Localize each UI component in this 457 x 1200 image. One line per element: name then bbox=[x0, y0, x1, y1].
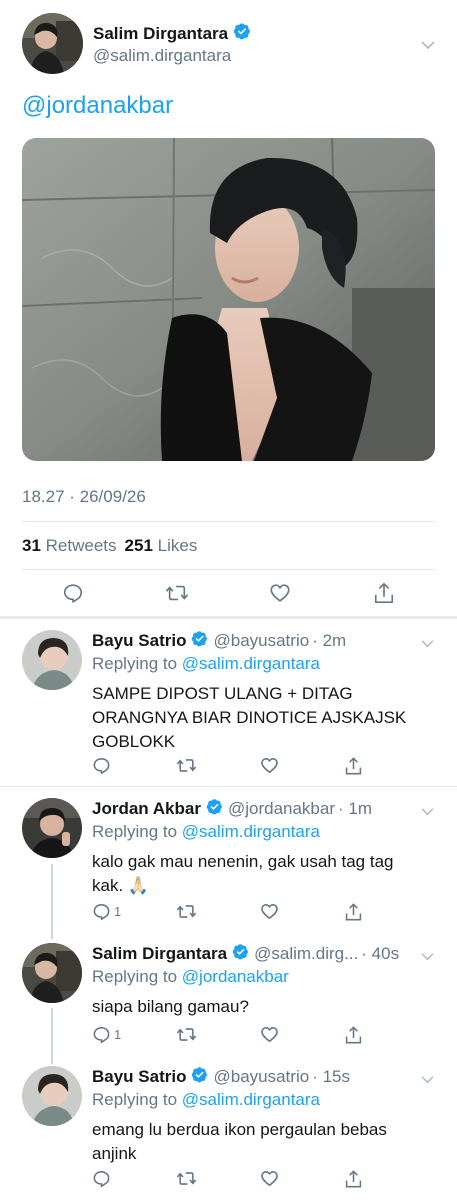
reply-time[interactable]: · 15s bbox=[312, 1067, 350, 1087]
heart-icon[interactable] bbox=[269, 582, 291, 604]
reply-time[interactable]: · 2m bbox=[312, 631, 346, 651]
reply-action-bar bbox=[92, 756, 372, 780]
chevron-down-icon[interactable] bbox=[420, 1071, 435, 1089]
retweet-icon[interactable] bbox=[176, 1025, 197, 1044]
reply-text: SAMPE DIPOST ULANG + DITAG ORANGNYA BIAR… bbox=[92, 684, 407, 751]
heart-icon[interactable] bbox=[260, 1025, 279, 1044]
avatar[interactable] bbox=[22, 630, 82, 690]
reply-tweet[interactable]: Jordan Akbar @jordanakbar · 1m Replying … bbox=[0, 798, 457, 928]
reply-action-bar: 1 bbox=[92, 1025, 372, 1049]
share-icon[interactable] bbox=[344, 1169, 363, 1189]
handle[interactable]: @salim.dirg... bbox=[254, 944, 358, 964]
retweets-count: 31 bbox=[22, 536, 41, 555]
reply-tweet[interactable]: Bayu Satrio @bayusatrio · 2m Replying to… bbox=[0, 630, 457, 780]
chevron-down-icon[interactable] bbox=[420, 948, 435, 966]
reply-icon[interactable] bbox=[92, 1169, 114, 1188]
replying-to: Replying to @salim.dirgantara bbox=[92, 1090, 320, 1110]
retweet-icon[interactable] bbox=[176, 902, 197, 921]
reply-time[interactable]: · 40s bbox=[361, 944, 399, 964]
replying-to-link[interactable]: @salim.dirgantara bbox=[182, 1090, 320, 1109]
share-icon[interactable] bbox=[344, 756, 363, 776]
tweet-mention-link[interactable]: @jordanakbar bbox=[22, 92, 173, 120]
avatar[interactable] bbox=[22, 943, 82, 1003]
tweet-timestamp[interactable]: 18.27 · 26/09/26 bbox=[22, 487, 146, 507]
heart-icon[interactable] bbox=[260, 756, 279, 775]
verified-badge-icon bbox=[191, 630, 208, 652]
reply-icon[interactable]: 1 bbox=[92, 1025, 121, 1044]
reply-time[interactable]: · 1m bbox=[338, 799, 372, 819]
replying-to: Replying to @jordanakbar bbox=[92, 967, 289, 987]
divider bbox=[0, 786, 457, 787]
author-name-line: Salim Dirgantara bbox=[93, 22, 251, 45]
avatar[interactable] bbox=[22, 798, 82, 858]
replying-prefix: Replying to bbox=[92, 822, 178, 841]
verified-badge-icon bbox=[233, 22, 251, 45]
chevron-down-icon[interactable] bbox=[420, 635, 435, 653]
reply-tweet[interactable]: Salim Dirgantara @salim.dirg... · 40s Re… bbox=[0, 943, 457, 1053]
replying-to: Replying to @salim.dirgantara bbox=[92, 654, 320, 674]
retweets-stat[interactable]: 31 Retweets bbox=[22, 536, 117, 556]
reply-action-bar bbox=[92, 1169, 372, 1193]
reply-count: 1 bbox=[114, 1027, 122, 1042]
display-name[interactable]: Bayu Satrio bbox=[92, 631, 186, 651]
display-name[interactable]: Bayu Satrio bbox=[92, 1067, 186, 1087]
display-name[interactable]: Salim Dirgantara bbox=[92, 944, 227, 964]
section-divider bbox=[0, 616, 457, 619]
retweet-icon[interactable] bbox=[176, 756, 197, 775]
share-icon[interactable] bbox=[373, 581, 395, 605]
share-icon[interactable] bbox=[344, 1025, 363, 1045]
avatar[interactable] bbox=[22, 1066, 82, 1126]
reply-icon[interactable] bbox=[62, 582, 84, 604]
reply-icon[interactable] bbox=[92, 756, 114, 775]
verified-badge-icon bbox=[206, 798, 223, 820]
likes-label: Likes bbox=[157, 536, 198, 555]
main-tweet: Salim Dirgantara @salim.dirgantara @jord… bbox=[0, 0, 457, 615]
replying-prefix: Replying to bbox=[92, 967, 178, 986]
likes-stat[interactable]: 251 Likes bbox=[125, 536, 198, 556]
display-name[interactable]: Jordan Akbar bbox=[92, 799, 201, 819]
reply-count: 1 bbox=[114, 904, 122, 919]
replying-to: Replying to @salim.dirgantara bbox=[92, 822, 320, 842]
reply-text: siapa bilang gamau? bbox=[92, 997, 249, 1016]
retweet-icon[interactable] bbox=[165, 582, 189, 604]
author-name-line: Salim Dirgantara @salim.dirg... · 40s bbox=[92, 943, 399, 965]
author-name-line: Jordan Akbar @jordanakbar · 1m bbox=[92, 798, 372, 820]
avatar[interactable] bbox=[22, 13, 83, 74]
replying-to-link[interactable]: @salim.dirgantara bbox=[182, 822, 320, 841]
likes-count: 251 bbox=[124, 536, 153, 555]
reply-text: emang lu berdua ikon pergaulan bebas anj… bbox=[92, 1120, 387, 1163]
retweets-label: Retweets bbox=[45, 536, 117, 555]
divider bbox=[22, 521, 435, 522]
author-name-line: Bayu Satrio @bayusatrio · 2m bbox=[92, 630, 346, 652]
display-name[interactable]: Salim Dirgantara bbox=[93, 24, 228, 44]
divider bbox=[22, 569, 435, 570]
tweet-stats: 31 Retweets 251 Likes bbox=[22, 536, 197, 556]
replying-prefix: Replying to bbox=[92, 654, 178, 673]
reply-icon[interactable]: 1 bbox=[92, 902, 121, 921]
verified-badge-icon bbox=[191, 1066, 208, 1088]
share-icon[interactable] bbox=[344, 902, 363, 922]
handle[interactable]: @jordanakbar bbox=[228, 799, 335, 819]
verified-badge-icon bbox=[232, 943, 249, 965]
replying-to-link[interactable]: @jordanakbar bbox=[182, 967, 289, 986]
heart-icon[interactable] bbox=[260, 902, 279, 921]
chevron-down-icon[interactable] bbox=[420, 803, 435, 821]
tweet-action-bar bbox=[0, 578, 457, 610]
handle[interactable]: @bayusatrio bbox=[213, 631, 309, 651]
retweet-icon[interactable] bbox=[176, 1169, 197, 1188]
reply-tweet[interactable]: Bayu Satrio @bayusatrio · 15s Replying t… bbox=[0, 1066, 457, 1196]
handle[interactable]: @salim.dirgantara bbox=[93, 46, 231, 66]
handle[interactable]: @bayusatrio bbox=[213, 1067, 309, 1087]
reply-text: kalo gak mau nenenin, gak usah tag tag k… bbox=[92, 852, 394, 895]
heart-icon[interactable] bbox=[260, 1169, 279, 1188]
reply-action-bar: 1 bbox=[92, 902, 372, 926]
replying-prefix: Replying to bbox=[92, 1090, 178, 1109]
replying-to-link[interactable]: @salim.dirgantara bbox=[182, 654, 320, 673]
tweet-photo[interactable] bbox=[22, 138, 435, 461]
author-name-line: Bayu Satrio @bayusatrio · 15s bbox=[92, 1066, 350, 1088]
chevron-down-icon[interactable] bbox=[420, 37, 436, 55]
